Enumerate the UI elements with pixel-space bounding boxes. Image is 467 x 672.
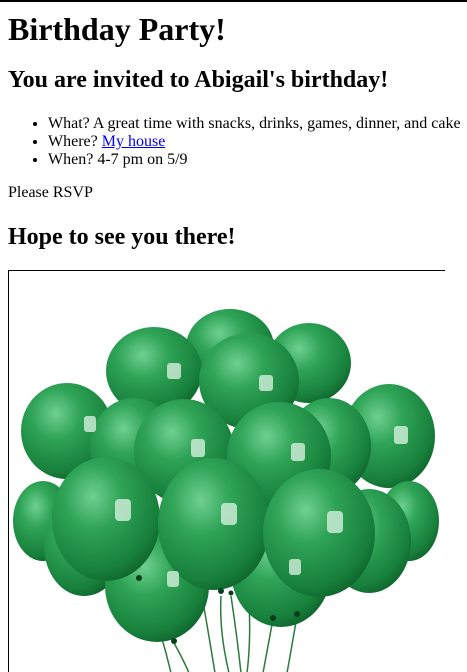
page-title: Birthday Party!: [8, 11, 226, 47]
top-border: [0, 0, 467, 2]
my-house-link[interactable]: My house: [102, 133, 166, 150]
detail-what-prefix: What?: [48, 115, 93, 132]
detail-when-text: 4-7 pm on 5/9: [97, 151, 188, 168]
detail-what: What? A great time with snacks, drinks, …: [48, 115, 461, 133]
detail-what-text: A great time with snacks, drinks, games,…: [92, 115, 461, 132]
detail-where: Where? My house: [48, 133, 461, 151]
balloons: [13, 309, 439, 642]
party-details-list: What? A great time with snacks, drinks, …: [8, 115, 461, 169]
closing-heading: Hope to see you there!: [8, 224, 236, 250]
balloons-image: [8, 270, 445, 672]
detail-where-prefix: Where?: [48, 133, 102, 150]
invite-heading: You are invited to Abigail's birthday!: [8, 67, 389, 93]
detail-when: When? 4-7 pm on 5/9: [48, 151, 461, 169]
balloons-illustration: [13, 309, 439, 672]
detail-when-prefix: When?: [48, 151, 98, 168]
rsvp-text: Please RSVP: [8, 184, 93, 201]
